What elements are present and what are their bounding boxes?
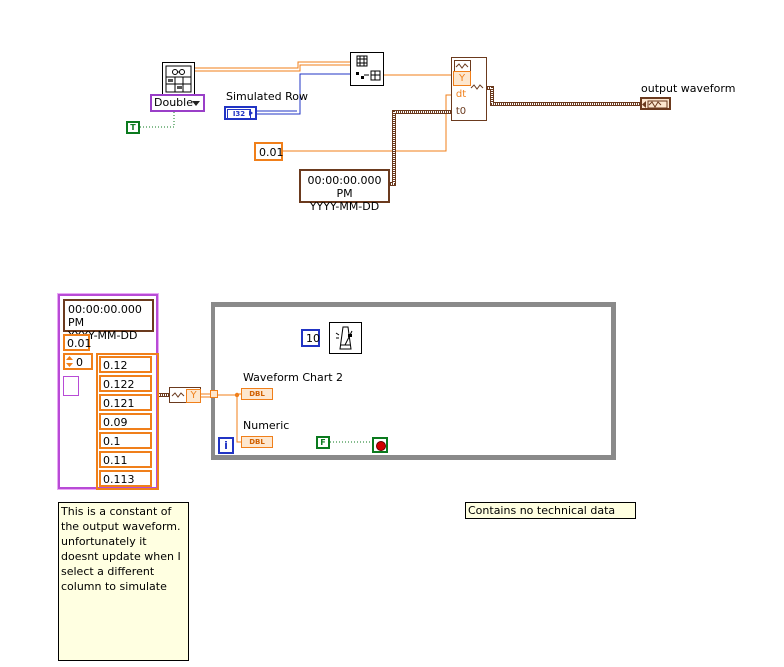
y-value: 0.1 bbox=[103, 435, 121, 448]
timestamp-time: 00:00:00.000 PM bbox=[307, 174, 382, 200]
bool-true-constant[interactable]: T bbox=[126, 121, 140, 134]
metronome-icon[interactable] bbox=[329, 322, 362, 354]
output-waveform-icon bbox=[470, 82, 485, 92]
y-array-element[interactable]: 0.122 bbox=[99, 375, 152, 392]
dt-constant[interactable]: 0.01 bbox=[254, 142, 284, 161]
terminal-dt: dt bbox=[455, 89, 467, 100]
y-value: 0.11 bbox=[103, 454, 128, 467]
y-array-element[interactable]: 0.121 bbox=[99, 394, 152, 411]
y-value: 0.12 bbox=[103, 359, 128, 372]
terminal-y-out: Y bbox=[186, 389, 201, 403]
bool-false-constant[interactable]: F bbox=[316, 436, 330, 449]
dbl-type: DBL bbox=[249, 438, 265, 446]
read-spreadsheet-icon[interactable] bbox=[162, 62, 195, 96]
comment-text: This is a constant of the output wavefor… bbox=[61, 505, 181, 593]
output-waveform-label: output waveform bbox=[641, 82, 736, 95]
build-waveform-function[interactable]: Y dt t0 bbox=[451, 57, 487, 121]
info-text: Contains no technical data bbox=[468, 504, 616, 517]
get-waveform-component[interactable]: Y bbox=[169, 387, 201, 403]
terminal-y: Y bbox=[453, 71, 471, 86]
index-array-icon[interactable] bbox=[350, 52, 384, 86]
loop-tunnel bbox=[210, 390, 218, 398]
wire-waveform-out bbox=[486, 86, 640, 106]
control-arrow-icon bbox=[249, 110, 253, 116]
type-dropdown-value: Double bbox=[154, 96, 193, 109]
array-index-value: 0 bbox=[76, 356, 83, 369]
dbl-type: DBL bbox=[249, 390, 265, 398]
waveform-constant-dt[interactable]: 0.01 bbox=[63, 334, 92, 351]
index-spinner-icon[interactable] bbox=[66, 356, 73, 367]
waveform-chart-indicator[interactable]: DBL bbox=[241, 388, 273, 400]
array-empty-cell bbox=[63, 376, 79, 396]
wire-dt bbox=[282, 94, 451, 152]
simulated-row-control[interactable]: I32 bbox=[224, 106, 257, 120]
simulated-row-label: Simulated Row bbox=[226, 90, 308, 103]
y-value: 0.09 bbox=[103, 416, 128, 429]
bool-false-text: F bbox=[320, 438, 326, 447]
comment-note: This is a constant of the output wavefor… bbox=[58, 502, 189, 661]
iteration-text: i bbox=[224, 439, 228, 452]
timestamp-date: YYYY-MM-DD bbox=[309, 200, 380, 213]
array-index-control[interactable]: 0 bbox=[63, 353, 93, 370]
chevron-down-icon bbox=[192, 101, 200, 106]
timestamp-constant[interactable]: 00:00:00.000 PM YYYY-MM-DD bbox=[299, 169, 390, 213]
type-dropdown[interactable]: Double bbox=[150, 94, 205, 112]
y-array-element[interactable]: 0.09 bbox=[99, 413, 152, 430]
wire-bool bbox=[140, 111, 175, 128]
y-array-element[interactable]: 0.11 bbox=[99, 451, 152, 468]
stop-icon bbox=[376, 441, 386, 451]
y-value: 0.113 bbox=[103, 473, 135, 486]
iteration-terminal: i bbox=[218, 437, 234, 454]
wait-ms-value: 10 bbox=[306, 332, 320, 345]
terminal-t0: t0 bbox=[455, 106, 467, 117]
y-value: 0.122 bbox=[103, 378, 135, 391]
dt-constant-value: 0.01 bbox=[259, 146, 284, 159]
info-note: Contains no technical data bbox=[465, 502, 636, 519]
i32-badge: I32 bbox=[227, 109, 251, 119]
waveform-icon bbox=[642, 100, 668, 109]
y-array-element[interactable]: 0.12 bbox=[99, 356, 152, 373]
waveform-constant-t0[interactable]: 00:00:00.000 PM YYYY-MM-DD bbox=[63, 299, 154, 342]
y-array-element[interactable]: 0.113 bbox=[99, 470, 152, 487]
output-waveform-indicator[interactable] bbox=[640, 97, 671, 110]
wait-ms-constant[interactable]: 10 bbox=[301, 329, 320, 347]
waveform-constant[interactable]: 00:00:00.000 PM YYYY-MM-DD 0.01 0 0.12 0… bbox=[57, 293, 159, 490]
wfm-dt-value: 0.01 bbox=[67, 337, 92, 350]
wfm-t0-time: 00:00:00.000 PM bbox=[68, 303, 142, 329]
wire-t0 bbox=[389, 110, 451, 186]
wire-y-top bbox=[194, 61, 451, 76]
y-value: 0.121 bbox=[103, 397, 135, 410]
y-array: 0.12 0.122 0.121 0.09 0.1 0.11 0.113 bbox=[96, 353, 159, 490]
stop-condition-terminal[interactable] bbox=[372, 437, 388, 453]
bool-true-text: T bbox=[130, 123, 136, 132]
waveform-chart-label: Waveform Chart 2 bbox=[243, 371, 344, 384]
numeric-indicator[interactable]: DBL bbox=[241, 436, 273, 448]
y-array-element[interactable]: 0.1 bbox=[99, 432, 152, 449]
numeric-label: Numeric bbox=[243, 419, 290, 432]
waveform-icon bbox=[171, 392, 185, 398]
